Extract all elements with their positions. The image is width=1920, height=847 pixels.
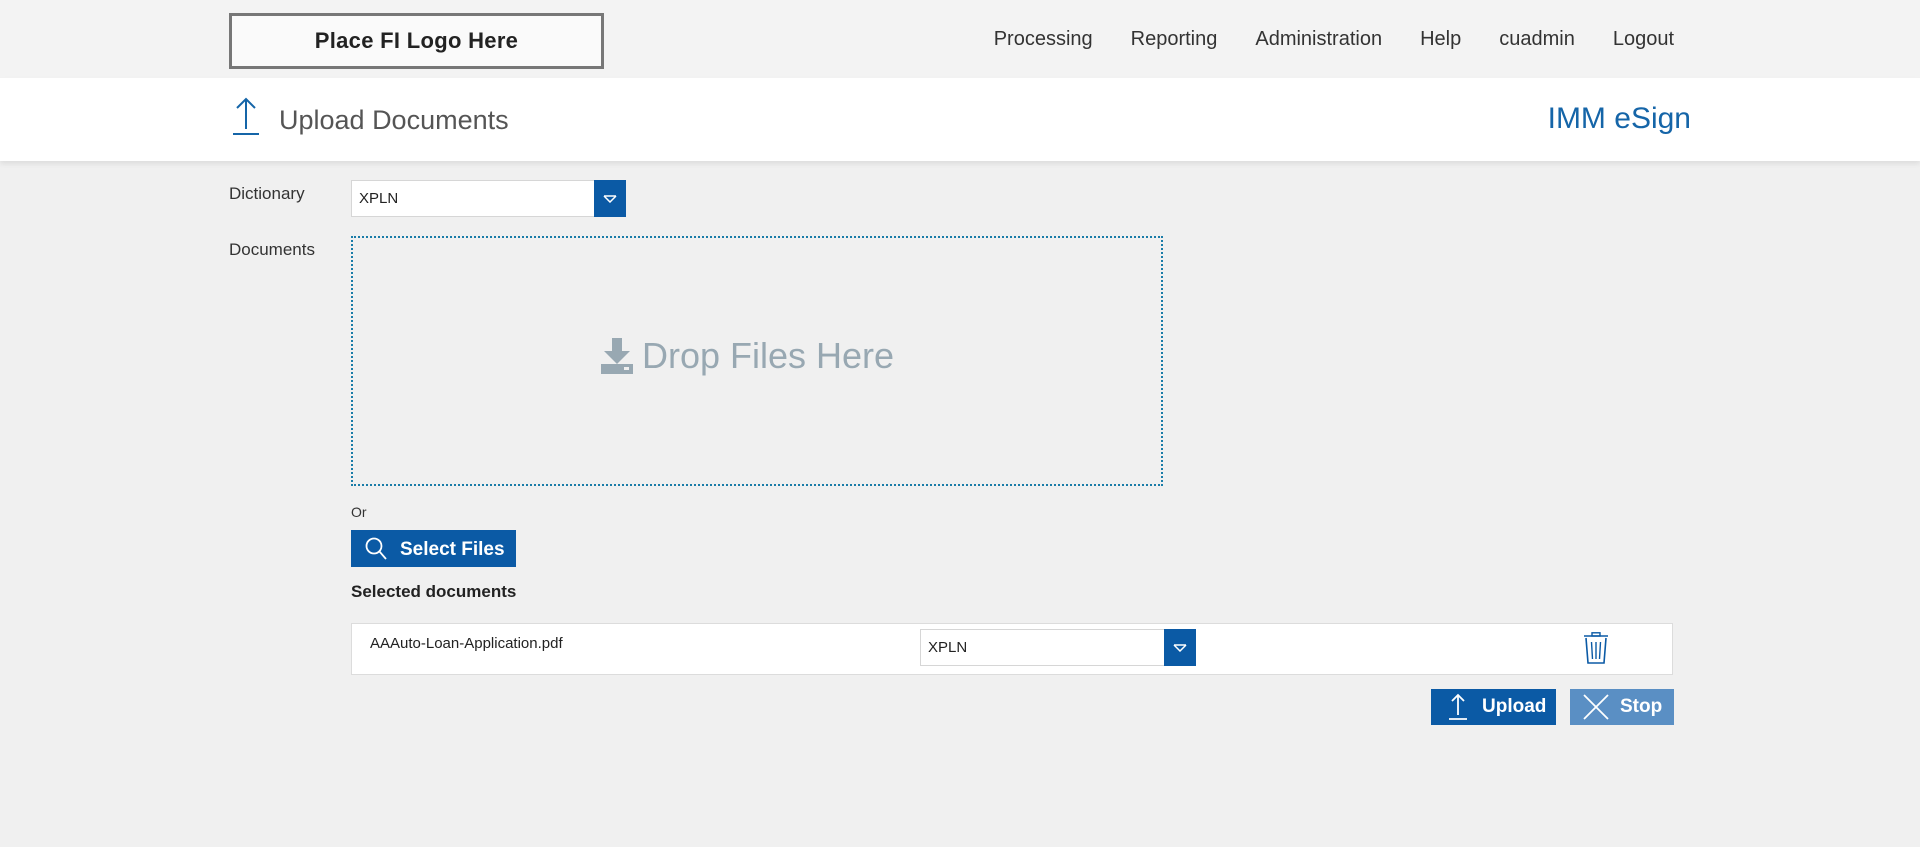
upload-label: Upload xyxy=(1482,696,1547,717)
trash-icon[interactable] xyxy=(1583,632,1609,664)
document-dictionary-dropdown-button[interactable] xyxy=(1164,629,1196,666)
dictionary-label: Dictionary xyxy=(229,184,305,203)
brand-name: IMM eSign xyxy=(1547,102,1691,135)
logo-placeholder[interactable]: Place FI Logo Here xyxy=(229,13,604,69)
selected-documents-heading: Selected documents xyxy=(351,582,517,601)
dictionary-select[interactable]: XPLN xyxy=(351,180,626,217)
top-bar: Place FI Logo Here Processing Reporting … xyxy=(0,0,1920,78)
chevron-down-icon xyxy=(603,194,617,203)
dictionary-select-value: XPLN xyxy=(359,190,399,207)
or-text: Or xyxy=(351,504,367,520)
dictionary-dropdown-button[interactable] xyxy=(594,180,626,217)
document-dictionary-value: XPLN xyxy=(928,639,968,656)
select-files-button[interactable]: Select Files xyxy=(351,530,516,567)
upload-arrow-icon xyxy=(1449,693,1467,720)
nav-logout[interactable]: Logout xyxy=(1613,28,1674,51)
document-row: AAAuto-Loan-Application.pdf XPLN xyxy=(351,623,1673,675)
nav-processing[interactable]: Processing xyxy=(994,28,1093,51)
documents-label: Documents xyxy=(229,240,315,259)
page-title-group: Upload Documents xyxy=(231,96,509,136)
main-nav: Processing Reporting Administration Help… xyxy=(956,28,1674,51)
nav-reporting[interactable]: Reporting xyxy=(1131,28,1218,51)
page-title: Upload Documents xyxy=(279,105,509,135)
document-dictionary-select[interactable]: XPLN xyxy=(920,629,1196,666)
nav-administration[interactable]: Administration xyxy=(1255,28,1382,51)
chevron-down-icon xyxy=(1173,643,1187,652)
nav-help[interactable]: Help xyxy=(1420,28,1461,51)
document-file-name: AAAuto-Loan-Application.pdf xyxy=(370,635,563,652)
close-icon xyxy=(1583,694,1609,720)
nav-user[interactable]: cuadmin xyxy=(1499,28,1575,51)
file-dropzone[interactable]: Drop Files Here xyxy=(351,236,1163,486)
upload-arrow-icon xyxy=(233,97,259,135)
search-icon xyxy=(365,537,387,560)
upload-button[interactable]: Upload xyxy=(1431,689,1556,725)
download-tray-icon xyxy=(600,338,633,374)
dropzone-text: Drop Files Here xyxy=(641,335,895,376)
stop-button[interactable]: Stop xyxy=(1570,689,1674,725)
select-files-label: Select Files xyxy=(400,538,505,560)
stop-label: Stop xyxy=(1620,696,1663,717)
